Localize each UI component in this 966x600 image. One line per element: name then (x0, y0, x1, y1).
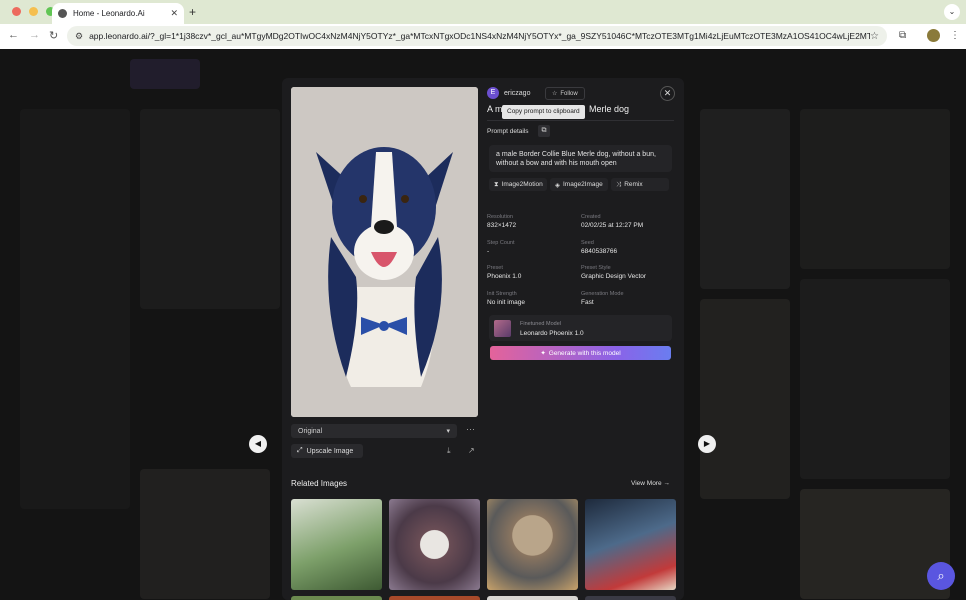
window-controls (12, 7, 55, 16)
resolution-value: 832×1472 (487, 222, 517, 229)
model-thumbnail (494, 320, 511, 337)
divider (487, 120, 674, 121)
model-name: Leonardo Phoenix 1.0 (520, 330, 584, 337)
creator-name: ericzago (504, 89, 531, 97)
seed-label: Seed (581, 240, 594, 246)
generate-label: Generate with this model (548, 349, 621, 357)
upscale-icon: ⤢ (297, 447, 303, 454)
tab-title: Home - Leonardo.Ai (73, 9, 145, 18)
generation-mode-value: Fast (581, 299, 594, 306)
view-more-label: View More (631, 480, 662, 487)
related-image[interactable] (487, 499, 578, 590)
model-label: Finetuned Model (520, 321, 561, 327)
prompt-text: a male Border Collie Blue Merle dog, wit… (489, 145, 672, 172)
close-tab-icon[interactable]: ✕ (170, 8, 178, 19)
created-value: 02/02/25 at 12:27 PM (581, 222, 644, 229)
upscale-label: Upscale Image (306, 447, 354, 455)
tab-search-icon[interactable]: ⌄ (944, 4, 960, 20)
sparkle-icon: ✦ (540, 350, 546, 357)
preset-label: Preset (487, 265, 503, 271)
image-icon: ◈ (555, 181, 560, 189)
site-settings-icon[interactable]: ⚙ (75, 31, 83, 42)
creator-info[interactable]: E ericzago (487, 87, 530, 99)
browser-chrome: Home - Leonardo.Ai ✕ + ⌄ ← → ↻ ⚙ app.leo… (0, 0, 966, 49)
step-count-label: Step Count (487, 240, 515, 246)
follow-label: Follow (560, 90, 578, 97)
created-label: Created (581, 214, 601, 220)
image2image-button[interactable]: ◈ Image2Image (550, 178, 608, 191)
chevron-down-icon: ▾ (446, 428, 450, 435)
preset-style-value: Graphic Design Vector (581, 273, 647, 280)
previous-image-button[interactable]: ◀ (249, 435, 267, 453)
open-external-icon[interactable]: ↗ (468, 446, 475, 455)
extensions-icon[interactable]: ⧉ (899, 30, 906, 41)
finetuned-model-card[interactable]: Finetuned Model Leonardo Phoenix 1.0 (489, 315, 672, 341)
copy-icon[interactable]: ⧉ (538, 125, 550, 137)
image-detail-modal: Original ▾ ··· ⤢ Upscale Image ⤓ ↗ E eri… (282, 78, 684, 600)
copy-prompt-tooltip: Copy prompt to clipboard (502, 105, 585, 119)
remix-icon: ⤨ (616, 180, 622, 188)
image2motion-label: Image2Motion (501, 181, 543, 188)
generation-mode-label: Generation Mode (581, 291, 624, 297)
leonardo-favicon-icon (58, 9, 67, 18)
forward-icon[interactable]: → (29, 29, 40, 41)
remix-label: Remix (624, 181, 643, 188)
related-image[interactable] (585, 499, 676, 590)
browser-tab[interactable]: Home - Leonardo.Ai ✕ (52, 3, 184, 24)
init-strength-value: No init image (487, 299, 525, 306)
motion-icon: ⧗ (494, 180, 499, 188)
generated-image[interactable] (291, 87, 478, 417)
remix-button[interactable]: ⤨ Remix (611, 178, 669, 191)
download-icon[interactable]: ⤓ (447, 446, 451, 456)
close-window-button[interactable] (12, 7, 21, 16)
back-icon[interactable]: ← (8, 29, 19, 41)
prompt-title: A m Merle dog (487, 104, 629, 114)
variant-select[interactable]: Original ▾ (291, 424, 457, 438)
star-icon: ☆ (552, 91, 558, 97)
close-icon[interactable]: ✕ (660, 86, 675, 101)
variant-selected-value: Original (298, 427, 323, 435)
prompt-details-label: Prompt details (487, 128, 529, 135)
related-image[interactable] (487, 596, 578, 600)
prompt-title-end: Merle dog (589, 104, 630, 114)
related-image[interactable] (585, 596, 676, 600)
related-image[interactable] (389, 596, 480, 600)
preset-style-label: Preset Style (581, 265, 611, 271)
preset-value: Phoenix 1.0 (487, 273, 522, 280)
dog-illustration (291, 87, 478, 417)
reload-icon[interactable]: ↻ (49, 29, 58, 42)
related-image[interactable] (291, 596, 382, 600)
init-strength-label: Init Strength (487, 291, 517, 297)
browser-menu-icon[interactable]: ⋮ (950, 30, 960, 41)
image2motion-button[interactable]: ⧗ Image2Motion (489, 178, 547, 191)
upscale-image-button[interactable]: ⤢ Upscale Image (291, 444, 363, 458)
profile-avatar[interactable] (927, 29, 940, 42)
image2image-label: Image2Image (563, 181, 603, 188)
prompt-actions: ⧗ Image2Motion ◈ Image2Image ⤨ Remix (489, 178, 669, 191)
generate-with-model-button[interactable]: ✦ Generate with this model (490, 346, 671, 360)
resolution-label: Resolution (487, 214, 513, 220)
related-image[interactable] (389, 499, 480, 590)
tab-bar: Home - Leonardo.Ai ✕ + ⌄ (0, 0, 966, 24)
browser-toolbar: ← → ↻ ⚙ app.leonardo.ai/?_gl=1*1j38czv*_… (0, 24, 966, 49)
prompt-title-start: A m (487, 104, 503, 114)
minimize-window-button[interactable] (29, 7, 38, 16)
creator-avatar: E (487, 87, 499, 99)
view-more-link[interactable]: View More → (631, 480, 670, 487)
seed-value[interactable]: 6840538766 (581, 248, 617, 255)
new-tab-icon[interactable]: + (189, 5, 196, 19)
follow-button[interactable]: ☆ Follow (545, 87, 585, 100)
related-image[interactable] (291, 499, 382, 590)
related-images-title: Related Images (291, 479, 348, 488)
more-options-icon[interactable]: ··· (466, 424, 475, 434)
address-bar[interactable]: ⚙ app.leonardo.ai/?_gl=1*1j38czv*_gcl_au… (67, 26, 887, 46)
search-assistant-icon[interactable]: ⌕ (927, 562, 955, 590)
arrow-right-icon: → (663, 480, 670, 487)
next-image-button[interactable]: ▶ (698, 435, 716, 453)
step-count-value: - (487, 248, 490, 255)
url-text: app.leonardo.ai/?_gl=1*1j38czv*_gcl_au*M… (89, 31, 871, 41)
bookmark-star-icon[interactable]: ☆ (870, 31, 879, 42)
